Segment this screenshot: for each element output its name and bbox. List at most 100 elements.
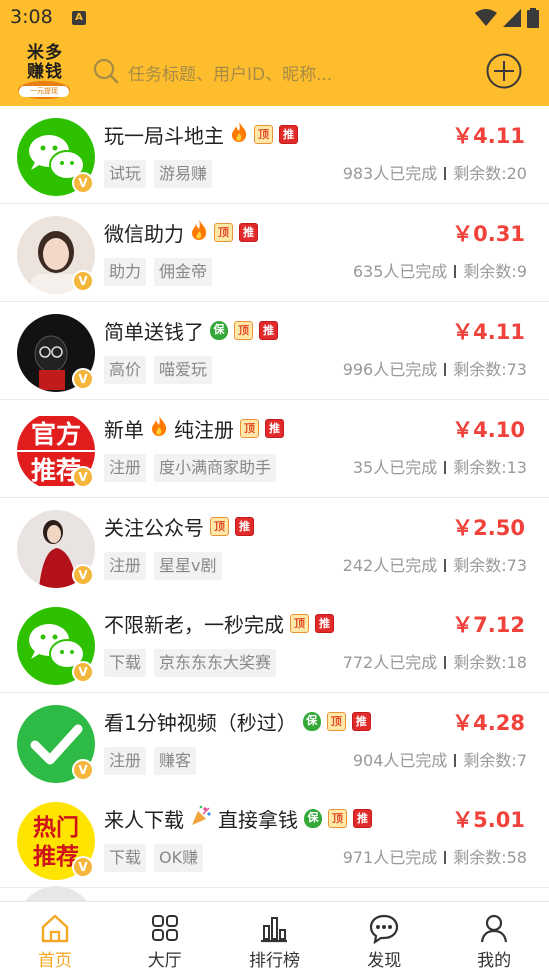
task-stats: 242人已完成 剩余数:73 — [343, 552, 527, 580]
fire-icon — [190, 219, 208, 246]
task-title-line: 玩一局斗地主 顶推 — [104, 120, 298, 148]
completed-count: 635人已完成 — [352, 262, 448, 281]
task-tags: 高价 喵爱玩 — [104, 356, 213, 384]
task-price: ￥4.11 — [452, 320, 525, 344]
tab-label: 大厅 — [147, 951, 182, 971]
status-bar: 3:08 A — [0, 0, 549, 36]
verified-badge-icon: V — [72, 856, 94, 878]
task-category-tag: 下载 — [104, 844, 147, 872]
task-row[interactable]: V 玩一局斗地主 顶推 ￥4.11 试玩 游易赚 983人已完成 剩余数:20 — [0, 106, 549, 204]
task-title: 简单送钱了 — [104, 319, 204, 344]
task-title-line: 微信助力 顶推 — [104, 218, 258, 246]
remaining-count: 剩余数:73 — [453, 556, 527, 575]
avatar-text-top: 官方 — [31, 420, 81, 449]
task-publisher-tag: 星星v剧 — [154, 552, 222, 580]
task-category-tag: 注册 — [104, 552, 147, 580]
notification-icon: A — [72, 11, 86, 25]
stats-divider — [444, 656, 447, 669]
task-category-tag: 高价 — [104, 356, 147, 384]
task-title: 微信助力 — [104, 221, 184, 246]
task-row[interactable]: 官方 推荐 V 新单 纯注册顶推 ￥4.10 注册 度小满商家助手 35人已完成 剩余数:13 — [0, 400, 549, 498]
stats-divider — [444, 461, 447, 474]
task-publisher-tag: 佣金帝 — [154, 258, 213, 286]
task-title-line: 看1分钟视频（秒过）保顶推 — [104, 707, 371, 735]
top-badge: 顶 — [240, 418, 259, 438]
task-tags: 注册 度小满商家助手 — [104, 454, 277, 482]
task-title-line: 新单 纯注册顶推 — [104, 414, 284, 442]
completed-count: 904人已完成 — [352, 751, 448, 770]
task-title-suffix: 纯注册 — [174, 417, 234, 442]
task-price: ￥7.12 — [452, 613, 525, 637]
task-price: ￥4.28 — [452, 711, 525, 735]
completed-count: 772人已完成 — [342, 653, 438, 672]
tab-grid[interactable]: 大厅 — [110, 902, 220, 977]
remaining-count: 剩余数:58 — [453, 848, 527, 867]
task-row[interactable]: V 微信助力 顶推 ￥0.31 助力 佣金帝 635人已完成 剩余数:9 — [0, 204, 549, 302]
task-title-suffix: 直接拿钱 — [218, 807, 298, 832]
tab-chat-bubble[interactable]: 发现 — [329, 902, 439, 977]
remaining-count: 剩余数:9 — [463, 262, 527, 281]
verified-badge-icon: V — [72, 661, 94, 683]
task-stats: 996人已完成 剩余数:73 — [343, 356, 527, 384]
task-row[interactable]: V 关注公众号顶推 ￥2.50 注册 星星v剧 242人已完成 剩余数:73 — [0, 498, 549, 596]
task-title: 新单 — [104, 417, 144, 442]
recommend-badge: 推 — [265, 418, 284, 438]
stats-divider — [454, 754, 457, 767]
verified-badge-icon: V — [72, 368, 94, 390]
task-stats: 983人已完成 剩余数:20 — [343, 160, 527, 188]
search-bar[interactable]: 任务标题、用户ID、昵称... — [92, 55, 472, 89]
task-category-tag: 注册 — [104, 747, 147, 775]
recommend-badge: 推 — [279, 124, 298, 144]
remaining-count: 剩余数:20 — [453, 164, 527, 183]
task-title-line: 关注公众号顶推 — [104, 512, 254, 540]
task-tags: 下载 OK赚 — [104, 844, 204, 872]
home-icon — [39, 912, 71, 944]
task-category-tag: 下载 — [104, 649, 147, 677]
tab-bar-chart[interactable]: 排行榜 — [220, 902, 330, 977]
task-tags: 注册 星星v剧 — [104, 552, 222, 580]
recommend-badge: 推 — [353, 808, 372, 828]
remaining-count: 剩余数:18 — [453, 653, 527, 672]
app-logo: 米多赚钱 一元提现 — [16, 42, 72, 100]
grid-icon — [149, 912, 181, 944]
task-tags: 下载 京东东东大奖赛 — [104, 649, 277, 677]
top-badge: 顶 — [326, 711, 346, 731]
guarantee-badge: 保 — [302, 711, 321, 731]
top-badge: 顶 — [290, 613, 309, 633]
task-row[interactable]: V 看1分钟视频（秒过）保顶推 ￥4.28 注册 赚客 904人已完成 剩余数:7 — [0, 693, 549, 791]
stats-divider — [444, 559, 447, 572]
task-stats: 35人已完成 剩余数:13 — [353, 454, 527, 482]
task-tags: 助力 佣金帝 — [104, 258, 213, 286]
bar-chart-icon — [258, 912, 290, 944]
tab-home[interactable]: 首页 — [0, 902, 110, 977]
task-category-tag: 助力 — [104, 258, 147, 286]
verified-badge-icon: V — [72, 270, 94, 292]
recommend-badge: 推 — [315, 613, 334, 633]
task-price: ￥0.31 — [452, 222, 525, 246]
bottom-tab-bar: 首页 大厅 排行榜 发现 我的 — [0, 901, 549, 977]
task-row[interactable]: V 简单送钱了保顶推 ￥4.11 高价 喵爱玩 996人已完成 剩余数:73 — [0, 302, 549, 400]
task-stats: 904人已完成 剩余数:7 — [353, 747, 527, 775]
recommend-badge: 推 — [351, 711, 371, 731]
task-price: ￥4.11 — [452, 124, 525, 148]
task-tags: 试玩 游易赚 — [104, 160, 213, 188]
task-price: ￥5.01 — [452, 808, 525, 832]
task-row[interactable]: V 不限新老，一秒完成顶推 ￥7.12 下载 京东东东大奖赛 772人已完成 剩余数:18 — [0, 595, 549, 693]
guarantee-badge: 保 — [304, 808, 322, 828]
search-icon — [93, 58, 119, 84]
tab-user[interactable]: 我的 — [439, 902, 549, 977]
task-title: 不限新老，一秒完成 — [104, 612, 284, 637]
search-input[interactable]: 任务标题、用户ID、昵称... — [128, 60, 332, 85]
completed-count: 983人已完成 — [342, 164, 438, 183]
recommend-badge: 推 — [259, 320, 278, 340]
task-title-line: 不限新老，一秒完成顶推 — [104, 609, 334, 637]
task-row[interactable]: 热门 推荐 V 来人下载 直接拿钱保顶推 ￥5.01 下载 OK赚 971人已完成 剩余数:58 — [0, 790, 549, 888]
signal-icon — [503, 9, 521, 27]
task-publisher-tag: OK赚 — [154, 844, 204, 872]
completed-count: 971人已完成 — [342, 848, 438, 867]
add-task-button[interactable] — [486, 53, 522, 89]
top-badge: 顶 — [328, 808, 347, 828]
verified-badge-icon: V — [72, 466, 94, 488]
task-publisher-tag: 喵爱玩 — [154, 356, 213, 384]
top-header: 米多赚钱 一元提现 任务标题、用户ID、昵称... — [0, 36, 549, 106]
